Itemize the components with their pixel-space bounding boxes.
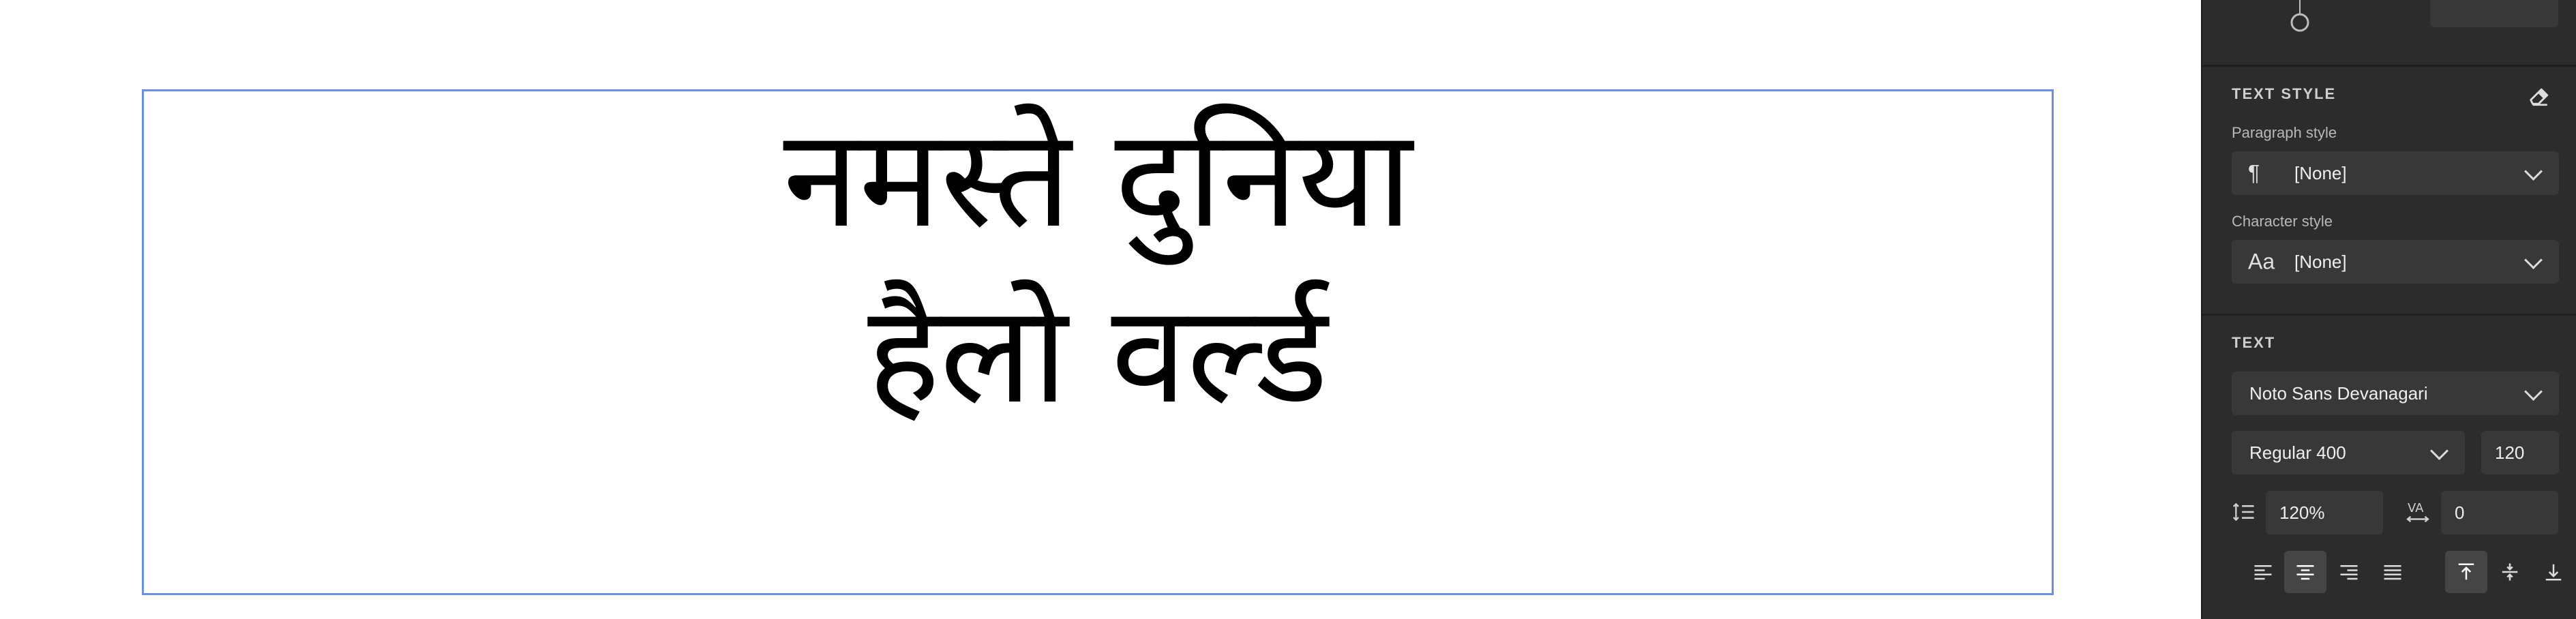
section-divider: [2202, 65, 2576, 67]
align-left-icon: [2254, 565, 2272, 580]
valign-middle-button[interactable]: [2489, 551, 2531, 593]
align-bottom-icon: [2545, 564, 2562, 581]
valign-top-button[interactable]: [2445, 551, 2487, 593]
text-line-1: नमस्ते दुनिया: [783, 100, 1413, 258]
valign-bottom-button[interactable]: [2532, 551, 2575, 593]
inspector-panel: TEXT STYLE Paragraph style ¶ [None] Char…: [2201, 0, 2576, 619]
chevron-down-icon: [2524, 382, 2543, 401]
align-center-button[interactable]: [2284, 551, 2326, 593]
font-size-value: 120: [2495, 442, 2525, 463]
letter-spacing-input[interactable]: 0: [2441, 491, 2558, 534]
align-right-icon: [2340, 565, 2358, 580]
font-weight-value: Regular 400: [2249, 442, 2346, 463]
paragraph-icon: ¶: [2248, 160, 2260, 185]
font-size-input[interactable]: 120: [2481, 431, 2559, 474]
text-heading: TEXT: [2232, 334, 2276, 351]
top-partial-field[interactable]: [2430, 0, 2558, 27]
align-right-button[interactable]: [2328, 551, 2370, 593]
align-top-icon: [2458, 563, 2474, 580]
text-layer[interactable]: नमस्ते दुनिया हैलो वर्ल्ड: [144, 91, 2052, 443]
paragraph-style-label: Paragraph style: [2232, 124, 2337, 141]
text-line-2: हैलो वर्ल्ड: [867, 275, 1328, 434]
paragraph-style-select[interactable]: ¶ [None]: [2232, 151, 2559, 195]
align-justify-button[interactable]: [2371, 551, 2414, 593]
character-style-select[interactable]: Aa [None]: [2232, 240, 2559, 284]
chevron-down-icon: [2524, 251, 2543, 269]
chevron-down-icon: [2524, 162, 2543, 181]
align-middle-icon: [2502, 563, 2518, 581]
svg-text:VA: VA: [2408, 501, 2424, 515]
line-height-icon: [2232, 502, 2254, 522]
font-weight-select[interactable]: Regular 400: [2232, 431, 2465, 474]
text-frame-selection[interactable]: नमस्ते दुनिया हैलो वर्ल्ड: [142, 89, 2054, 595]
font-family-select[interactable]: Noto Sans Devanagari: [2232, 372, 2559, 415]
character-style-icon: Aa: [2248, 249, 2275, 274]
letter-spacing-value: 0: [2455, 502, 2465, 523]
character-style-label: Character style: [2232, 213, 2333, 230]
font-family-value: Noto Sans Devanagari: [2249, 382, 2428, 404]
text-style-heading: TEXT STYLE: [2232, 85, 2337, 102]
line-height-input[interactable]: 120%: [2266, 491, 2383, 534]
chevron-down-icon: [2430, 442, 2448, 460]
line-height-value: 120%: [2279, 502, 2325, 523]
section-divider: [2202, 314, 2576, 316]
letter-spacing-icon: VA: [2406, 501, 2429, 523]
align-justify-icon: [2384, 565, 2401, 580]
eraser-icon[interactable]: [2527, 85, 2550, 108]
design-canvas[interactable]: नमस्ते दुनिया हैलो वर्ल्ड: [0, 0, 2201, 619]
align-left-button[interactable]: [2242, 551, 2284, 593]
align-center-icon: [2296, 565, 2314, 580]
slider-handle-icon[interactable]: [2286, 0, 2313, 35]
